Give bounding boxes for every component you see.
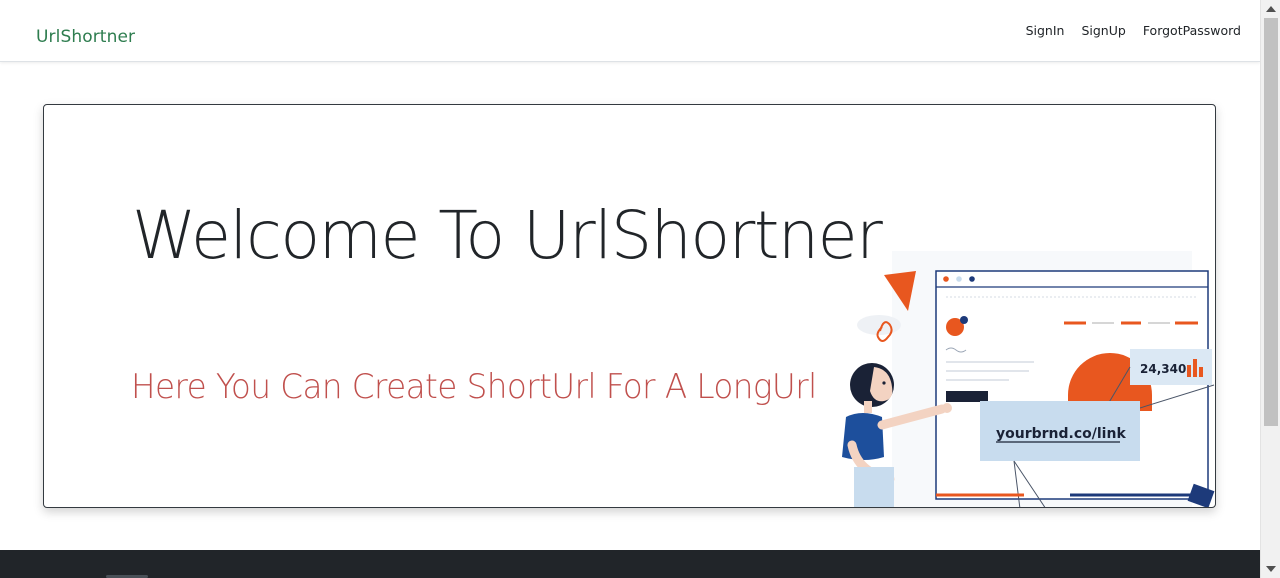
- brand-link[interactable]: UrlShortner: [36, 27, 135, 47]
- forgot-password-link[interactable]: ForgotPassword: [1143, 23, 1241, 38]
- stat-value: 24,340: [1140, 362, 1186, 376]
- navbar: UrlShortner SignIn SignUp ForgotPassword: [0, 0, 1260, 62]
- nav-links: SignIn SignUp ForgotPassword: [1026, 23, 1241, 38]
- hero-subtitle: Here You Can Create ShortUrl For A LongU…: [131, 367, 817, 407]
- short-link-text: yourbrnd.co/link: [996, 426, 1126, 442]
- scroll-down-arrow-icon[interactable]: [1266, 566, 1276, 572]
- hero-illustration: 24,340 yourbrnd.co/link: [842, 251, 1215, 507]
- hero-title: Welcome To UrlShortner: [132, 197, 883, 274]
- signin-link[interactable]: SignIn: [1026, 23, 1065, 38]
- vertical-scrollbar[interactable]: [1260, 0, 1280, 578]
- scroll-up-arrow-icon[interactable]: [1266, 6, 1276, 12]
- footer: [0, 550, 1260, 578]
- signup-link[interactable]: SignUp: [1081, 23, 1125, 38]
- page: UrlShortner SignIn SignUp ForgotPassword…: [0, 0, 1260, 578]
- scroll-thumb[interactable]: [1264, 18, 1278, 426]
- hero-card: Welcome To UrlShortner Here You Can Crea…: [43, 104, 1216, 508]
